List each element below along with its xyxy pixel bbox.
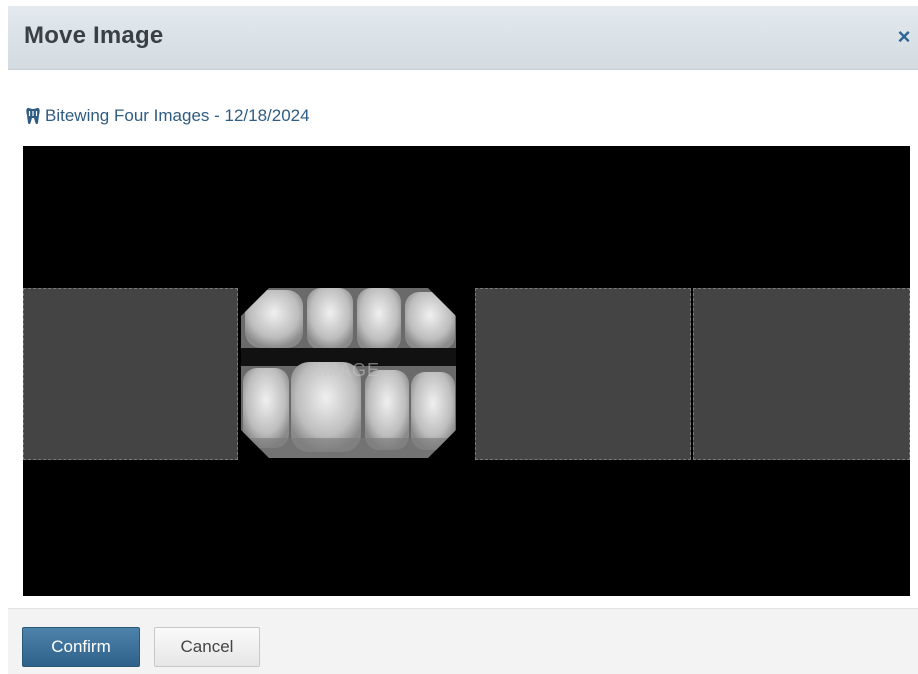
image-slot-1[interactable] <box>23 288 238 460</box>
cancel-button[interactable]: Cancel <box>154 627 260 667</box>
close-icon[interactable]: × <box>892 25 916 49</box>
move-image-dialog: Move Image × Bitewing Four Images - 12/1… <box>8 6 918 674</box>
series-title: Bitewing Four Images - 12/18/2024 <box>26 106 310 126</box>
image-slot-4[interactable] <box>693 288 910 460</box>
dialog-footer: Confirm Cancel <box>8 608 918 674</box>
image-viewer: IMAGE <box>23 146 910 596</box>
image-slot-3[interactable] <box>475 288 691 460</box>
dialog-header: Move Image × <box>8 6 918 70</box>
confirm-button[interactable]: Confirm <box>22 627 140 667</box>
tooth-icon <box>26 108 40 125</box>
series-label[interactable]: Bitewing Four Images - 12/18/2024 <box>45 106 310 126</box>
image-watermark: IMAGE <box>316 360 380 380</box>
dialog-title: Move Image <box>24 22 164 49</box>
image-slot-2[interactable]: IMAGE <box>241 288 456 460</box>
